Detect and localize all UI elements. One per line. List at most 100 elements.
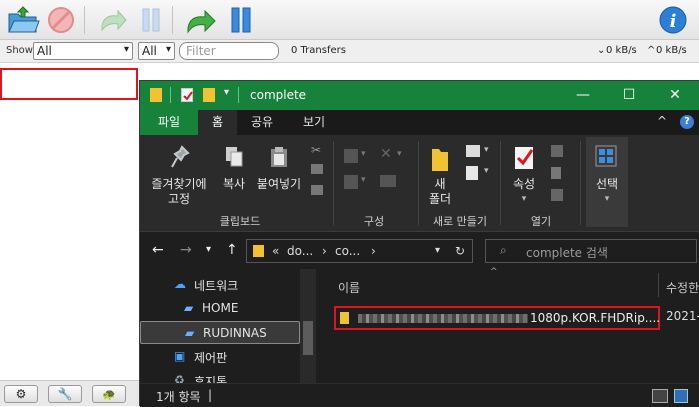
close-button[interactable]: ✕ — [660, 85, 690, 105]
about-button[interactable]: i — [656, 4, 690, 36]
copy-path-icon[interactable] — [311, 164, 323, 174]
settings-button[interactable]: ⚙ — [4, 385, 38, 403]
sort-ascending-icon: ^ — [490, 267, 498, 277]
collapse-ribbon-icon[interactable]: ^ — [657, 114, 667, 128]
turtle-mode-button[interactable]: 🐢 — [92, 385, 126, 403]
search-input[interactable]: ⌕ complete 검색 — [485, 239, 697, 263]
quick-access-dropdown-icon[interactable]: ▾ — [224, 87, 229, 98]
nav-scrollbar-thumb[interactable] — [303, 321, 313, 355]
properties-button[interactable]: 속성 ▾ — [506, 177, 542, 207]
ribbon-separator — [418, 141, 419, 225]
new-folder-icon — [430, 145, 450, 176]
open-icon[interactable] — [551, 145, 563, 157]
copy-button[interactable]: 복사 — [218, 177, 250, 192]
select-button[interactable]: 선택 ▾ — [586, 177, 628, 207]
gear-icon: ⚙ — [15, 387, 27, 401]
paste-icon — [269, 145, 289, 172]
toolbar-separator — [84, 6, 85, 34]
minimize-button[interactable]: — — [568, 85, 598, 105]
rename-icon[interactable] — [380, 175, 396, 187]
forward-arrow-icon[interactable]: → — [180, 242, 192, 258]
navigation-pane: ☁ 네트워크 ▰ HOME ▰ RUDINNAS ▣ 제어판 ♻ 휴지통 — [140, 269, 316, 383]
nav-item-label: 네트워크 — [194, 279, 239, 293]
easy-access-icon[interactable] — [466, 166, 478, 180]
svg-text:i: i — [670, 11, 677, 32]
new-folder-label-line2: 폴더 — [428, 192, 452, 206]
chevron-down-icon: ▾ — [397, 149, 402, 159]
pause-all-button[interactable] — [224, 4, 258, 36]
details-view-icon[interactable] — [652, 389, 668, 403]
torrent-row-selected[interactable] — [0, 68, 138, 100]
breadcrumb-segment-1[interactable]: do... — [287, 244, 313, 258]
resume-all-button[interactable] — [184, 4, 218, 36]
breadcrumb-chevron-icon[interactable]: › — [322, 244, 327, 258]
nav-item-rudinnas[interactable]: ▰ RUDINNAS — [140, 321, 300, 344]
folder-icon — [150, 88, 162, 102]
nav-item-recycle-bin[interactable]: ♻ 휴지통 — [140, 369, 300, 383]
nav-item-network[interactable]: ☁ 네트워크 — [140, 273, 300, 296]
properties-check-icon[interactable] — [181, 88, 193, 102]
edit-icon[interactable] — [551, 167, 561, 179]
pin-to-quick-access-button[interactable]: 즐겨찾기에 고정 — [140, 177, 218, 207]
up-arrow-icon[interactable]: ↑ — [226, 242, 238, 258]
maximize-icon: ☐ — [622, 87, 636, 103]
file-row-selected[interactable]: 1080p.KOR.FHDRip.... — [334, 306, 660, 330]
transmission-bottom-bar: ⚙ 🔧 🐢 — [0, 380, 139, 406]
new-item-icon[interactable] — [466, 145, 480, 157]
column-header-name[interactable]: 이름 — [338, 279, 360, 296]
nav-item-control-panel[interactable]: ▣ 제어판 — [140, 345, 300, 368]
back-arrow-icon[interactable]: ← — [152, 242, 164, 258]
address-dropdown-icon[interactable]: ▾ — [435, 245, 440, 256]
help-icon[interactable]: ? — [680, 115, 694, 129]
column-header-modified[interactable]: 수정한 — [666, 279, 699, 296]
refresh-icon[interactable]: ↻ — [455, 244, 465, 258]
tab-file[interactable]: 파일 — [140, 110, 198, 135]
history-icon[interactable] — [551, 189, 563, 201]
cut-icon[interactable]: ✂ — [311, 143, 321, 157]
breadcrumb-chevron-icon[interactable]: › — [371, 244, 376, 258]
nav-item-home[interactable]: ▰ HOME — [140, 297, 300, 320]
nav-item-label: 제어판 — [194, 351, 228, 365]
status-filter-select[interactable]: All ▾ — [33, 42, 133, 60]
breadcrumb-overflow[interactable]: « — [272, 244, 279, 258]
pause-selected-button[interactable] — [134, 4, 168, 36]
address-bar[interactable]: « do... › co... › ▾ ↻ — [246, 239, 473, 263]
upload-speed: 0 kB/s — [656, 45, 687, 56]
chevron-down-icon: ▾ — [123, 44, 129, 55]
nav-scrollbar[interactable] — [300, 269, 316, 383]
filter-search-placeholder: Filter — [186, 44, 216, 58]
pause-icon — [142, 8, 160, 32]
remove-torrent-button[interactable] — [44, 4, 78, 36]
download-speed: 0 kB/s — [606, 45, 637, 56]
status-divider: | — [208, 388, 213, 402]
delete-icon[interactable]: ✕ — [380, 146, 392, 162]
large-icons-view-icon[interactable] — [674, 389, 688, 403]
search-placeholder: complete 검색 — [526, 246, 608, 260]
resume-selected-button[interactable] — [96, 4, 130, 36]
new-folder-button[interactable]: 새 폴더 — [424, 177, 456, 207]
paste-button[interactable]: 붙여넣기 — [252, 177, 306, 192]
upload-arrow-icon: ^ — [647, 45, 656, 56]
pin-label-line1: 즐겨찾기에 — [151, 177, 207, 191]
close-icon: ✕ — [669, 87, 681, 103]
open-torrent-button[interactable] — [6, 4, 40, 36]
new-folder-quick-icon[interactable] — [203, 88, 215, 102]
tab-view[interactable]: 보기 — [289, 110, 339, 135]
tab-share[interactable]: 공유 — [237, 110, 287, 135]
tracker-filter-select[interactable]: All ▾ — [138, 42, 175, 60]
ribbon-separator — [333, 141, 334, 225]
tab-home[interactable]: 홈 — [198, 110, 238, 135]
pin-label-line2: 고정 — [167, 192, 191, 206]
properties-icon — [513, 145, 535, 174]
filter-search-input[interactable]: Filter — [179, 42, 279, 60]
breadcrumb-segment-2[interactable]: co... — [335, 244, 360, 258]
recent-locations-chevron-icon[interactable]: ▾ — [206, 244, 211, 255]
pin-icon — [170, 145, 190, 172]
paste-shortcut-icon[interactable] — [311, 185, 323, 195]
move-to-icon[interactable] — [344, 149, 358, 163]
copy-to-icon[interactable] — [344, 175, 358, 189]
explorer-titlebar[interactable]: ▾ complete — ☐ ✕ — [140, 81, 699, 110]
inspector-button[interactable]: 🔧 — [48, 385, 82, 403]
maximize-button[interactable]: ☐ — [614, 85, 644, 105]
open-folder-icon — [8, 6, 40, 33]
